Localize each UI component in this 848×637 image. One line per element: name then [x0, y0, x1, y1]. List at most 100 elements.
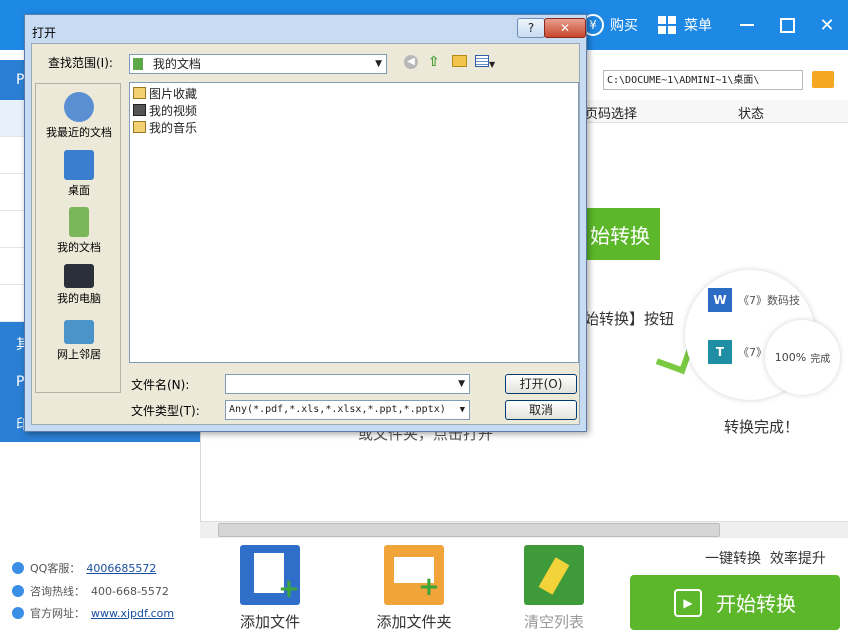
- close-icon: ✕: [819, 14, 835, 36]
- filetype-label: 文件类型(T):: [131, 404, 200, 418]
- promo-hint: 始转换】按钮: [584, 310, 675, 328]
- place-recent[interactable]: 我最近的文档: [36, 92, 122, 140]
- list-item-label: 图片收藏: [149, 86, 198, 101]
- status-header: 状态: [738, 107, 765, 122]
- dialog-help-button[interactable]: ?: [517, 18, 545, 38]
- broom-icon: [524, 545, 584, 605]
- list-item[interactable]: 我的视频: [133, 102, 197, 118]
- filename-label: 文件名(N):: [131, 378, 190, 392]
- place-desktop[interactable]: 桌面: [36, 150, 122, 198]
- minimize-icon: [740, 24, 754, 26]
- play-icon: ▶: [674, 588, 702, 617]
- clear-list-label: 清空列表: [523, 613, 584, 631]
- website-label: 官方网址：: [30, 607, 85, 620]
- clear-list-button[interactable]: 清空列表: [494, 545, 614, 632]
- folder-icon[interactable]: [812, 71, 834, 88]
- progress-circle: 100% 完成: [765, 320, 840, 395]
- up-folder-button[interactable]: ⇧: [428, 54, 446, 72]
- place-label: 我最近的文档: [46, 126, 112, 139]
- list-item[interactable]: 我的音乐: [133, 119, 197, 135]
- hotline-contact: 咨询热线： 400-668-5572: [12, 583, 169, 599]
- list-item-label: 我的音乐: [149, 120, 198, 135]
- close-button[interactable]: ✕: [814, 12, 840, 38]
- start-convert-label: 开始转换: [716, 592, 796, 616]
- add-file-label: 添加文件: [239, 613, 300, 631]
- network-places-icon: [64, 320, 94, 344]
- look-in-combo[interactable]: 我的文档 ▼: [129, 54, 387, 74]
- chevron-down-icon: ▼: [459, 405, 465, 415]
- music-folder-icon: [133, 121, 146, 133]
- place-my-computer[interactable]: 我的电脑: [36, 264, 122, 306]
- new-folder-button[interactable]: [452, 55, 470, 73]
- buy-label: 购买: [610, 18, 638, 34]
- maximize-icon: [779, 17, 795, 33]
- new-folder-icon: [452, 55, 467, 67]
- recent-documents-icon: [64, 92, 94, 122]
- back-button[interactable]: ◀: [404, 55, 422, 73]
- places-bar: 我最近的文档 桌面 我的文档 我的电脑 网上邻居: [35, 83, 121, 393]
- start-convert-button[interactable]: ▶ 开始转换: [630, 575, 840, 630]
- progress-label: 完成: [810, 354, 831, 365]
- videos-folder-icon: [133, 104, 146, 116]
- chevron-down-icon: ▼: [458, 379, 465, 389]
- filename-combo[interactable]: ▼: [225, 374, 470, 394]
- ie-icon: [12, 607, 24, 619]
- text-file-icon: T: [708, 340, 732, 364]
- my-documents-icon: [69, 207, 89, 237]
- promo-t-item: T 《7》: [708, 340, 767, 364]
- my-computer-icon: [64, 264, 94, 288]
- filetype-combo[interactable]: Any(*.pdf,*.xls,*.xlsx,*.ppt,*.pptx) ▼: [225, 400, 470, 420]
- scrollbar-thumb[interactable]: [218, 523, 720, 537]
- open-button[interactable]: 打开(O): [505, 374, 577, 394]
- add-folder-button[interactable]: + 添加文件夹: [354, 545, 474, 632]
- website-link[interactable]: www.xjpdf.com: [91, 607, 174, 620]
- place-label: 我的文档: [57, 241, 101, 254]
- list-item[interactable]: 图片收藏: [133, 85, 197, 101]
- look-in-label: 查找范围(I):: [48, 56, 113, 70]
- qq-link[interactable]: 4006685572: [86, 562, 156, 575]
- place-label: 我的电脑: [57, 292, 101, 305]
- place-my-documents[interactable]: 我的文档: [36, 207, 122, 255]
- add-file-button[interactable]: + 添加文件: [210, 545, 330, 632]
- open-dialog: 打开 ? ✕ 查找范围(I): 我的文档 ▼ ◀ ⇧ ▼ 我最近的文档 桌面 我…: [24, 14, 587, 432]
- file-list[interactable]: 图片收藏 我的视频 我的音乐: [129, 82, 579, 363]
- hotline-label: 咨询热线：: [30, 585, 85, 598]
- place-label: 网上邻居: [57, 348, 101, 361]
- progress-percent: 100%: [774, 351, 807, 364]
- place-network[interactable]: 网上邻居: [36, 320, 122, 362]
- qq-icon: [12, 562, 24, 574]
- dialog-close-button[interactable]: ✕: [544, 18, 586, 38]
- up-folder-icon: ⇧: [428, 54, 440, 70]
- cancel-button[interactable]: 取消: [505, 400, 577, 420]
- promo-word-label: 《7》数码技: [738, 294, 800, 307]
- hotline-value: 400-668-5572: [91, 584, 169, 598]
- website-contact: 官方网址： www.xjpdf.com: [12, 605, 174, 621]
- desktop-icon: [64, 150, 94, 180]
- back-icon: ◀: [404, 55, 418, 69]
- tagline: 一键转换 效率提升: [705, 551, 826, 567]
- qq-contact: QQ客服： 4006685572: [12, 560, 156, 576]
- add-folder-label: 添加文件夹: [376, 613, 452, 631]
- add-file-icon: +: [240, 545, 300, 605]
- view-menu-button[interactable]: ▼: [475, 55, 499, 73]
- promo-word-item: W 《7》数码技: [708, 288, 800, 312]
- add-folder-icon: +: [384, 545, 444, 605]
- done-text: 转换完成！: [724, 418, 800, 436]
- word-icon: W: [708, 288, 732, 312]
- list-item-label: 我的视频: [149, 103, 198, 118]
- view-menu-icon: [475, 55, 489, 67]
- page-select-header: 页码选择: [585, 107, 638, 122]
- output-path-field[interactable]: C:\DOCUME~1\ADMINI~1\桌面\: [603, 70, 803, 90]
- dialog-title: 打开: [32, 26, 57, 40]
- maximize-button[interactable]: [774, 12, 800, 38]
- minimize-button[interactable]: [734, 12, 760, 38]
- buy-button[interactable]: ¥ 购买: [582, 0, 638, 50]
- qq-label: QQ客服：: [30, 562, 81, 575]
- menu-button[interactable]: 菜单: [658, 0, 712, 50]
- phone-icon: [12, 585, 24, 597]
- pictures-folder-icon: [133, 87, 146, 99]
- promo-start-pill: 始转换: [586, 208, 660, 260]
- look-in-value: 我的文档: [152, 57, 201, 71]
- promo-t-label: 《7》: [738, 346, 767, 359]
- grid-icon: [658, 16, 676, 34]
